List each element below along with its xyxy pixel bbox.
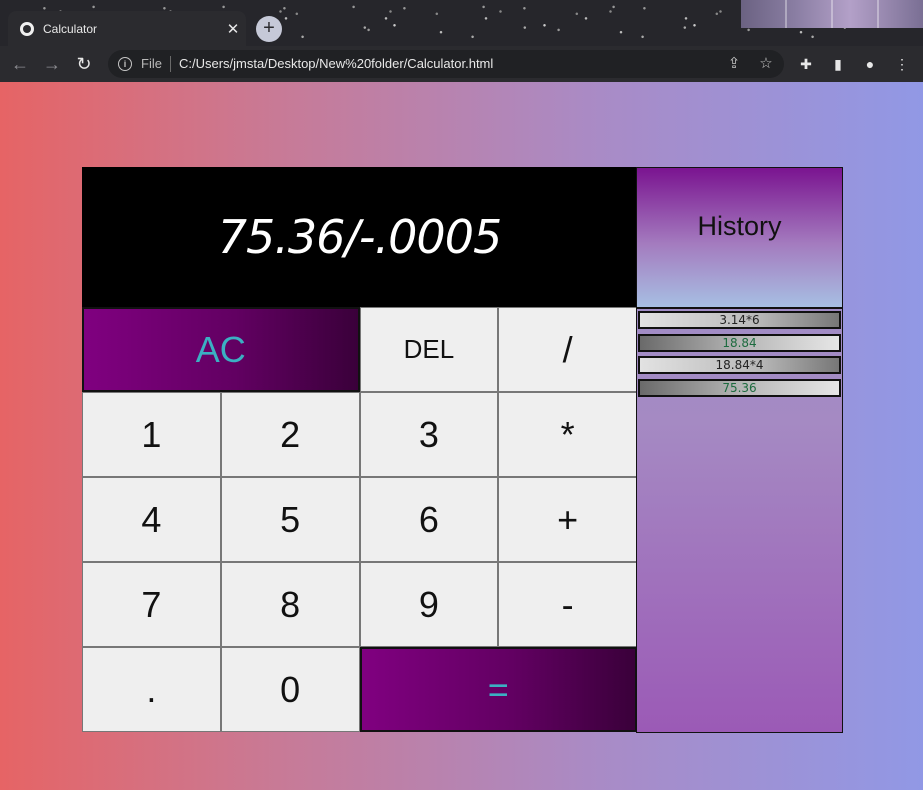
tab-title: Calculator	[43, 22, 98, 36]
history-item[interactable]: 18.84	[638, 333, 841, 352]
theme-thumbnail-strip	[741, 0, 923, 28]
share-icon[interactable]: ⇪	[724, 54, 744, 72]
display-value: 75.36/-.0005	[217, 210, 502, 264]
address-bar[interactable]: i File C:/Users/jmsta/Desktop/New%20fold…	[108, 50, 784, 78]
history-title: History	[697, 211, 782, 241]
history-item[interactable]: 18.84*4	[638, 356, 841, 374]
browser-toolbar: ← → ↻ i File C:/Users/jmsta/Desktop/New%…	[0, 46, 923, 82]
multiply-button[interactable]: *	[498, 392, 637, 477]
equals-button[interactable]: =	[359, 647, 637, 732]
digit-7-button[interactable]: 7	[82, 562, 221, 647]
browser-tab-calculator[interactable]: Calculator ✕	[8, 11, 246, 47]
browser-chrome: Calculator ✕ + ← → ↻ i File C:/Users/jms…	[0, 0, 923, 82]
url-text[interactable]: C:/Users/jmsta/Desktop/New%20folder/Calc…	[179, 56, 493, 71]
close-tab-icon[interactable]: ✕	[220, 20, 246, 38]
calculator-display: 75.36/-.0005	[82, 167, 637, 307]
digit-1-button[interactable]: 1	[82, 392, 221, 477]
scheme-label: File	[141, 56, 162, 71]
plus-button[interactable]: +	[498, 477, 637, 562]
digit-9-button[interactable]: 9	[359, 562, 499, 647]
forward-button[interactable]: →	[40, 52, 64, 76]
digit-6-button[interactable]: 6	[359, 477, 499, 562]
divide-button[interactable]: /	[498, 307, 637, 392]
address-separator	[170, 56, 171, 72]
digit-2-button[interactable]: 2	[220, 392, 360, 477]
reload-button[interactable]: ↻	[72, 52, 96, 76]
digit-5-button[interactable]: 5	[220, 477, 360, 562]
menu-icon[interactable]: ⋮	[892, 54, 912, 74]
digit-4-button[interactable]: 4	[82, 477, 221, 562]
bookmark-star-icon[interactable]: ☆	[756, 54, 776, 72]
decimal-button[interactable]: .	[82, 647, 221, 732]
history-item[interactable]: 3.14*6	[638, 311, 841, 329]
history-item[interactable]: 75.36	[638, 378, 841, 397]
calculator: 75.36/-.0005 AC DEL / 1 2 3 * 4 5 6 + 7 …	[82, 167, 637, 732]
history-header: History	[637, 168, 842, 309]
delete-button[interactable]: DEL	[359, 307, 499, 392]
side-panel-icon[interactable]: ▮	[828, 54, 848, 74]
digit-0-button[interactable]: 0	[220, 647, 360, 732]
globe-icon	[20, 22, 34, 36]
all-clear-button[interactable]: AC	[82, 307, 360, 392]
info-icon[interactable]: i	[118, 57, 132, 71]
extensions-icon[interactable]: ✚	[796, 54, 816, 74]
new-tab-button[interactable]: +	[256, 16, 282, 42]
digit-8-button[interactable]: 8	[220, 562, 360, 647]
history-panel: History 3.14*6 18.84 18.84*4 75.36	[636, 167, 843, 733]
history-list: 3.14*6 18.84 18.84*4 75.36	[637, 309, 842, 397]
back-button[interactable]: ←	[8, 52, 32, 76]
profile-icon[interactable]: ●	[860, 54, 880, 74]
digit-3-button[interactable]: 3	[359, 392, 499, 477]
minus-button[interactable]: -	[498, 562, 637, 647]
